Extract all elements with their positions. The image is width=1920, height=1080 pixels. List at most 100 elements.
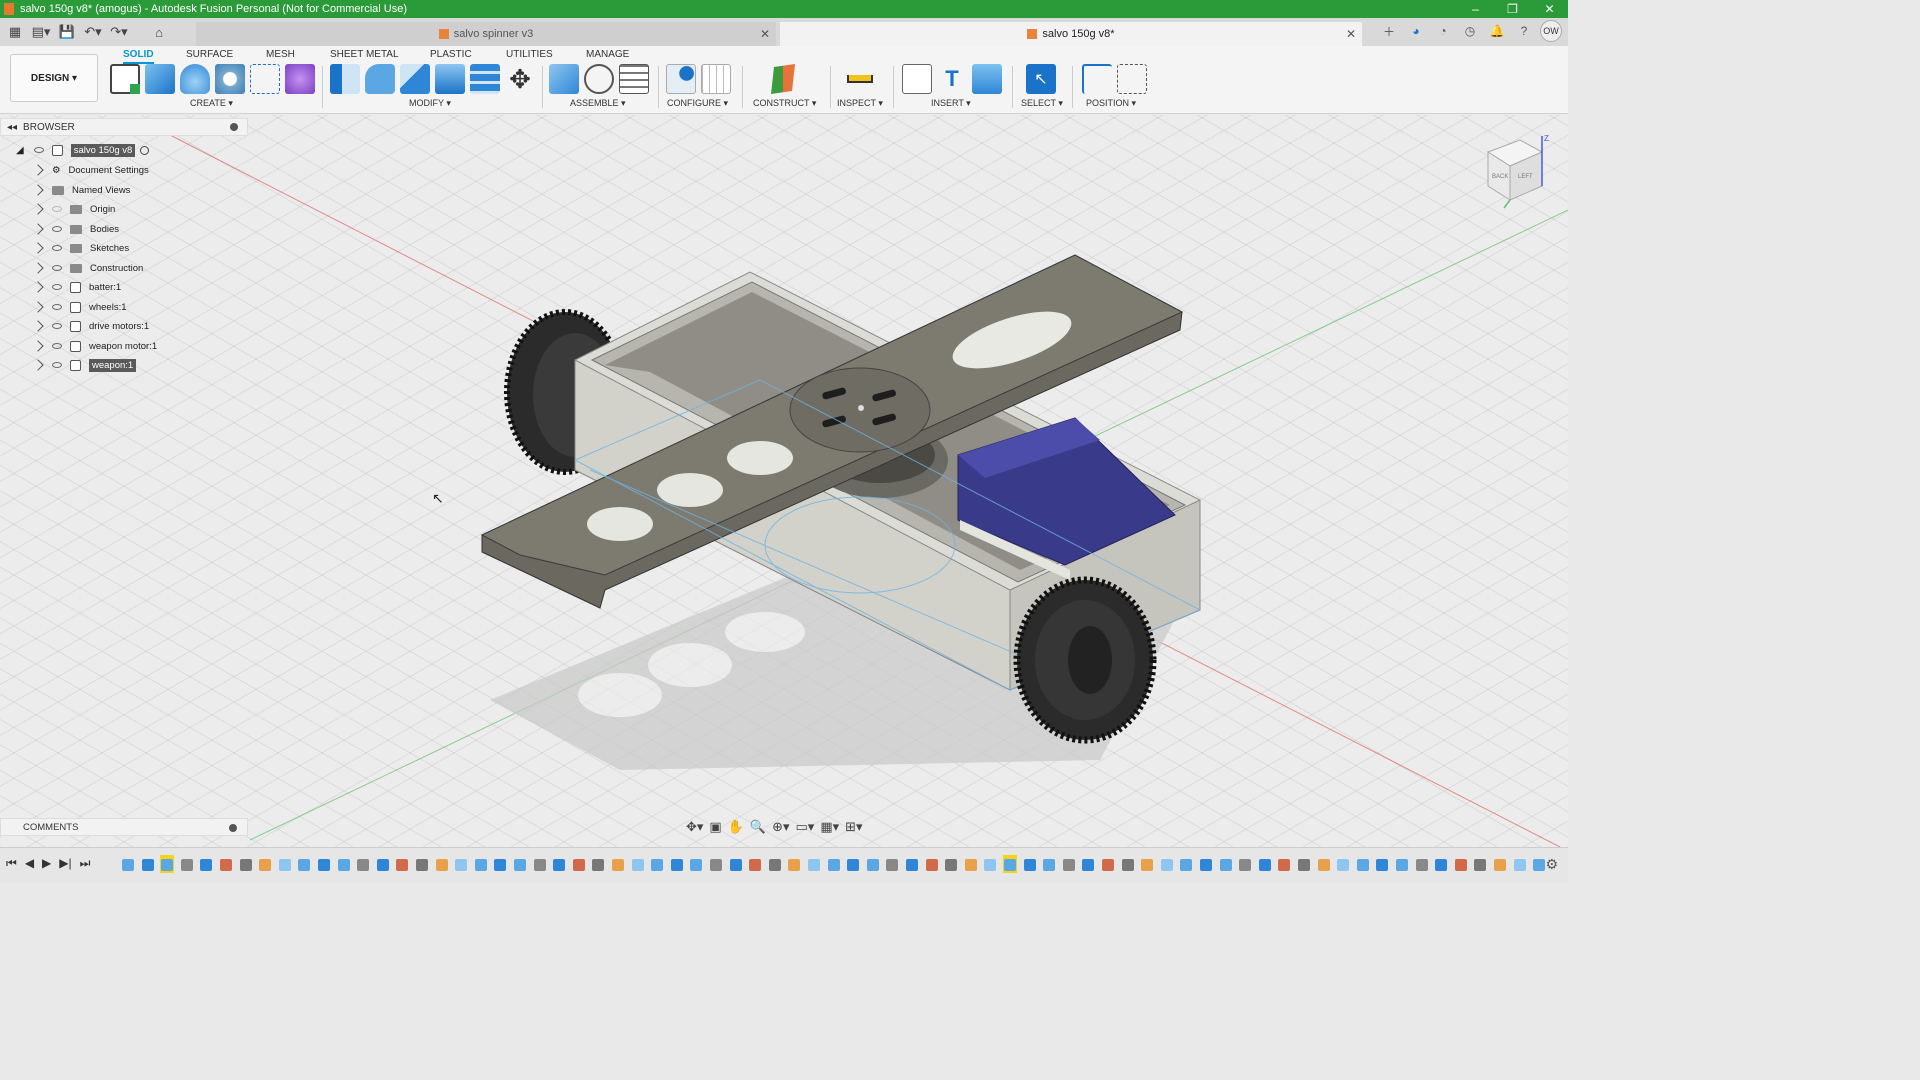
- timeline-feature-icon[interactable]: [1513, 859, 1526, 871]
- timeline-feature-icon[interactable]: [1082, 859, 1095, 871]
- timeline-feature-icon[interactable]: [376, 859, 389, 871]
- pan-hand-icon[interactable]: ✋: [728, 819, 744, 835]
- timeline-feature-icon[interactable]: [1004, 859, 1016, 871]
- timeline-feature-icon[interactable]: [553, 859, 566, 871]
- timeline-feature-icon[interactable]: [866, 859, 879, 871]
- visibility-eye-icon[interactable]: [52, 206, 62, 212]
- expand-arrow-icon[interactable]: [32, 340, 44, 352]
- job-status-icon[interactable]: ◔: [1432, 20, 1454, 42]
- tree-item-bodies[interactable]: Bodies: [0, 220, 119, 238]
- insert-canvas-icon[interactable]: [972, 64, 1002, 94]
- zoom-icon[interactable]: 🔍: [750, 819, 766, 835]
- expand-arrow-icon[interactable]: [32, 242, 44, 254]
- timeline-feature-icon[interactable]: [1278, 859, 1291, 871]
- timeline-feature-icon[interactable]: [886, 859, 899, 871]
- expand-arrow-icon[interactable]: [32, 203, 44, 215]
- timeline-feature-icon[interactable]: [670, 859, 683, 871]
- timeline-feature-icon[interactable]: [337, 859, 350, 871]
- shell-icon[interactable]: [435, 64, 465, 94]
- timeline-feature-icon[interactable]: [1023, 859, 1036, 871]
- tree-item-wheels[interactable]: wheels:1: [0, 298, 127, 316]
- fit-zoom-icon[interactable]: ⊕▾: [772, 819, 789, 835]
- move-copy-icon[interactable]: ✥: [505, 64, 535, 94]
- create-sketch-icon[interactable]: [110, 64, 140, 94]
- play-icon[interactable]: ▶: [42, 856, 51, 871]
- configure-design-icon[interactable]: [666, 64, 696, 94]
- timeline-feature-icon[interactable]: [945, 859, 958, 871]
- capture-position-icon[interactable]: [1082, 64, 1112, 94]
- browser-root-row[interactable]: ◢ salvo 150g v8: [0, 141, 150, 159]
- timeline-feature-icon[interactable]: [1121, 859, 1134, 871]
- viewports-icon[interactable]: ⊞▾: [845, 819, 862, 835]
- timeline-feature-icon[interactable]: [494, 859, 507, 871]
- timeline-feature-icon[interactable]: [278, 859, 291, 871]
- timeline-feature-icon[interactable]: [416, 859, 428, 871]
- visibility-eye-icon[interactable]: [52, 245, 62, 251]
- timeline-feature-icon[interactable]: [1415, 859, 1428, 871]
- insert-text-icon[interactable]: T: [937, 64, 967, 94]
- expand-arrow-icon[interactable]: [32, 320, 44, 332]
- close-button[interactable]: ✕: [1531, 0, 1568, 18]
- timeline-feature-icon[interactable]: [651, 859, 664, 871]
- timeline-feature-icon[interactable]: [612, 859, 624, 871]
- timeline-feature-icon[interactable]: [455, 859, 468, 871]
- tree-item-weapon[interactable]: weapon:1: [0, 356, 137, 374]
- orbit-icon[interactable]: ✥▾: [686, 819, 703, 835]
- timeline-feature-icon[interactable]: [1396, 859, 1408, 871]
- timeline-track[interactable]: [118, 852, 1546, 876]
- timeline-feature-icon[interactable]: [631, 859, 644, 871]
- step-back-icon[interactable]: ◀: [25, 856, 34, 871]
- file-menu-icon[interactable]: ▤▾: [30, 21, 52, 43]
- combine-icon[interactable]: [470, 64, 500, 94]
- expand-arrow-icon[interactable]: ◢: [16, 145, 24, 156]
- workspace-switcher[interactable]: DESIGN ▾: [10, 54, 98, 102]
- joint-icon[interactable]: [584, 64, 614, 94]
- timeline-feature-icon[interactable]: [533, 859, 546, 871]
- redo-icon[interactable]: ↷▾: [108, 21, 130, 43]
- visibility-eye-icon[interactable]: [52, 343, 62, 349]
- go-to-start-icon[interactable]: ⏮: [6, 856, 17, 871]
- configuration-table-icon[interactable]: [701, 64, 731, 94]
- data-panel-icon[interactable]: ▦: [4, 21, 26, 43]
- timeline-feature-icon[interactable]: [749, 859, 762, 871]
- timeline-feature-icon[interactable]: [1062, 859, 1075, 871]
- timeline-feature-icon[interactable]: [827, 859, 840, 871]
- visibility-eye-icon[interactable]: [52, 226, 62, 232]
- timeline-feature-icon[interactable]: [298, 859, 311, 871]
- extrude-icon[interactable]: [145, 64, 175, 94]
- timeline-feature-icon[interactable]: [984, 859, 997, 871]
- comments-add-icon[interactable]: [229, 824, 237, 832]
- tab-manage[interactable]: MANAGE: [586, 49, 629, 60]
- timeline-feature-icon[interactable]: [1337, 859, 1350, 871]
- timeline-feature-icon[interactable]: [847, 859, 860, 871]
- timeline-feature-icon[interactable]: [1533, 859, 1546, 871]
- modify-menu[interactable]: MODIFY ▾: [409, 98, 451, 109]
- insert-derive-icon[interactable]: [902, 64, 932, 94]
- timeline-feature-icon[interactable]: [1474, 859, 1487, 871]
- clock-icon[interactable]: ◷: [1459, 20, 1481, 42]
- timeline-feature-icon[interactable]: [259, 859, 272, 871]
- construct-menu[interactable]: CONSTRUCT ▾: [753, 98, 816, 109]
- offset-plane-icon[interactable]: [771, 64, 795, 94]
- visibility-eye-icon[interactable]: [52, 323, 62, 329]
- timeline-feature-icon[interactable]: [435, 859, 448, 871]
- comments-panel[interactable]: COMMENTS: [0, 818, 248, 836]
- new-tab-icon[interactable]: ＋: [1378, 20, 1400, 42]
- user-avatar[interactable]: OW: [1540, 20, 1562, 42]
- visibility-eye-icon[interactable]: [52, 362, 62, 368]
- timeline-feature-icon[interactable]: [964, 859, 977, 871]
- timeline-feature-icon[interactable]: [514, 859, 526, 871]
- timeline-settings-gear-icon[interactable]: ⚙: [1545, 856, 1558, 873]
- timeline-feature-icon[interactable]: [690, 859, 703, 871]
- timeline-feature-icon[interactable]: [710, 859, 722, 871]
- tab-salvo-spinner[interactable]: salvo spinner v3 ✕: [196, 22, 776, 46]
- select-cursor-icon[interactable]: ↖: [1026, 64, 1056, 94]
- assemble-menu[interactable]: ASSEMBLE ▾: [570, 98, 626, 109]
- tab-salvo-150g[interactable]: salvo 150g v8* ✕: [780, 22, 1362, 46]
- timeline-feature-icon[interactable]: [592, 859, 605, 871]
- tree-item-named-views[interactable]: Named Views: [0, 181, 130, 199]
- form-icon[interactable]: [285, 64, 315, 94]
- timeline-feature-icon[interactable]: [1317, 859, 1330, 871]
- timeline-feature-icon[interactable]: [1239, 859, 1252, 871]
- expand-arrow-icon[interactable]: [32, 164, 44, 176]
